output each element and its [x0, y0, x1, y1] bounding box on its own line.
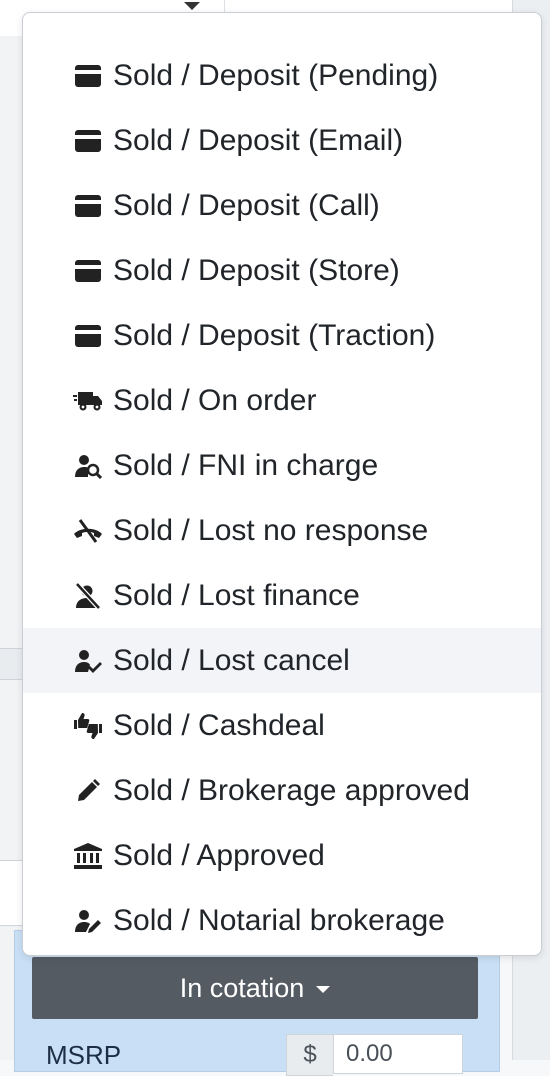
menu-item-lost-cancel[interactable]: Sold / Lost cancel: [23, 628, 541, 693]
menu-item-label: Sold / Deposit (Store): [113, 253, 400, 287]
shipping-fast-icon: [73, 386, 103, 416]
menu-item-label: Sold / Deposit (Call): [113, 188, 380, 222]
menu-item-label: Sold / On order: [113, 383, 317, 417]
menu-item-deposit-store[interactable]: Sold / Deposit (Store): [23, 238, 541, 303]
menu-item-deposit-call[interactable]: Sold / Deposit (Call): [23, 173, 541, 238]
msrp-input-group: $: [286, 1034, 464, 1076]
credit-card-icon: [73, 256, 103, 286]
user-search-icon: [73, 451, 103, 481]
menu-item-label: Sold / Cashdeal: [113, 708, 325, 742]
menu-item-label: Sold / Deposit (Pending): [113, 58, 439, 92]
menu-item-cashdeal[interactable]: Sold / Cashdeal: [23, 693, 541, 758]
menu-item-label: Sold / Lost finance: [113, 578, 360, 612]
phone-slash-icon: [73, 516, 103, 546]
caret-down-icon[interactable]: [184, 2, 200, 10]
msrp-label: MSRP: [46, 1040, 122, 1070]
menu-item-approved[interactable]: Sold / Approved: [23, 823, 541, 888]
menu-item-lost-finance[interactable]: Sold / Lost finance: [23, 563, 541, 628]
left-box: [0, 860, 23, 926]
status-button-label: In cotation: [179, 972, 305, 1003]
menu-item-label: Sold / Lost cancel: [113, 643, 350, 677]
menu-item-lost-no-response[interactable]: Sold / Lost no response: [23, 498, 541, 563]
menu-item-deposit-traction[interactable]: Sold / Deposit (Traction): [23, 303, 541, 368]
menu-item-notarial-brokerage[interactable]: Sold / Notarial brokerage: [23, 888, 541, 953]
currency-prefix: $: [286, 1034, 333, 1076]
credit-card-icon: [73, 61, 103, 91]
credit-card-icon: [73, 321, 103, 351]
caret-down-icon: [316, 985, 331, 993]
thumbs-up-down-icon: [73, 711, 103, 741]
menu-item-fni-in-charge[interactable]: Sold / FNI in charge: [23, 433, 541, 498]
menu-item-deposit-pending[interactable]: Sold / Deposit (Pending): [23, 43, 541, 108]
status-dropdown-menu: Sold / Deposit (Pending) Sold / Deposit …: [22, 12, 542, 956]
user-edit-icon: [73, 906, 103, 936]
credit-card-icon: [73, 191, 103, 221]
bank-icon: [73, 841, 103, 871]
menu-item-brokerage-approved[interactable]: Sold / Brokerage approved: [23, 758, 541, 823]
menu-item-label: Sold / Approved: [113, 838, 325, 872]
menu-item-label: Sold / FNI in charge: [113, 448, 379, 482]
status-dropdown-button[interactable]: In cotation: [32, 957, 478, 1019]
menu-item-label: Sold / Notarial brokerage: [113, 903, 445, 937]
left-band: [0, 648, 22, 680]
menu-item-label: Sold / Lost no response: [113, 513, 429, 547]
pen-icon: [73, 776, 103, 806]
menu-item-on-order[interactable]: Sold / On order: [23, 368, 541, 433]
menu-item-label: Sold / Brokerage approved: [113, 773, 470, 807]
menu-item-label: Sold / Deposit (Email): [113, 123, 404, 157]
msrp-input[interactable]: [333, 1034, 463, 1074]
user-slash-icon: [73, 581, 103, 611]
menu-item-label: Sold / Deposit (Traction): [113, 318, 436, 352]
user-check-icon: [73, 646, 103, 676]
credit-card-icon: [73, 126, 103, 156]
menu-item-deposit-email[interactable]: Sold / Deposit (Email): [23, 108, 541, 173]
